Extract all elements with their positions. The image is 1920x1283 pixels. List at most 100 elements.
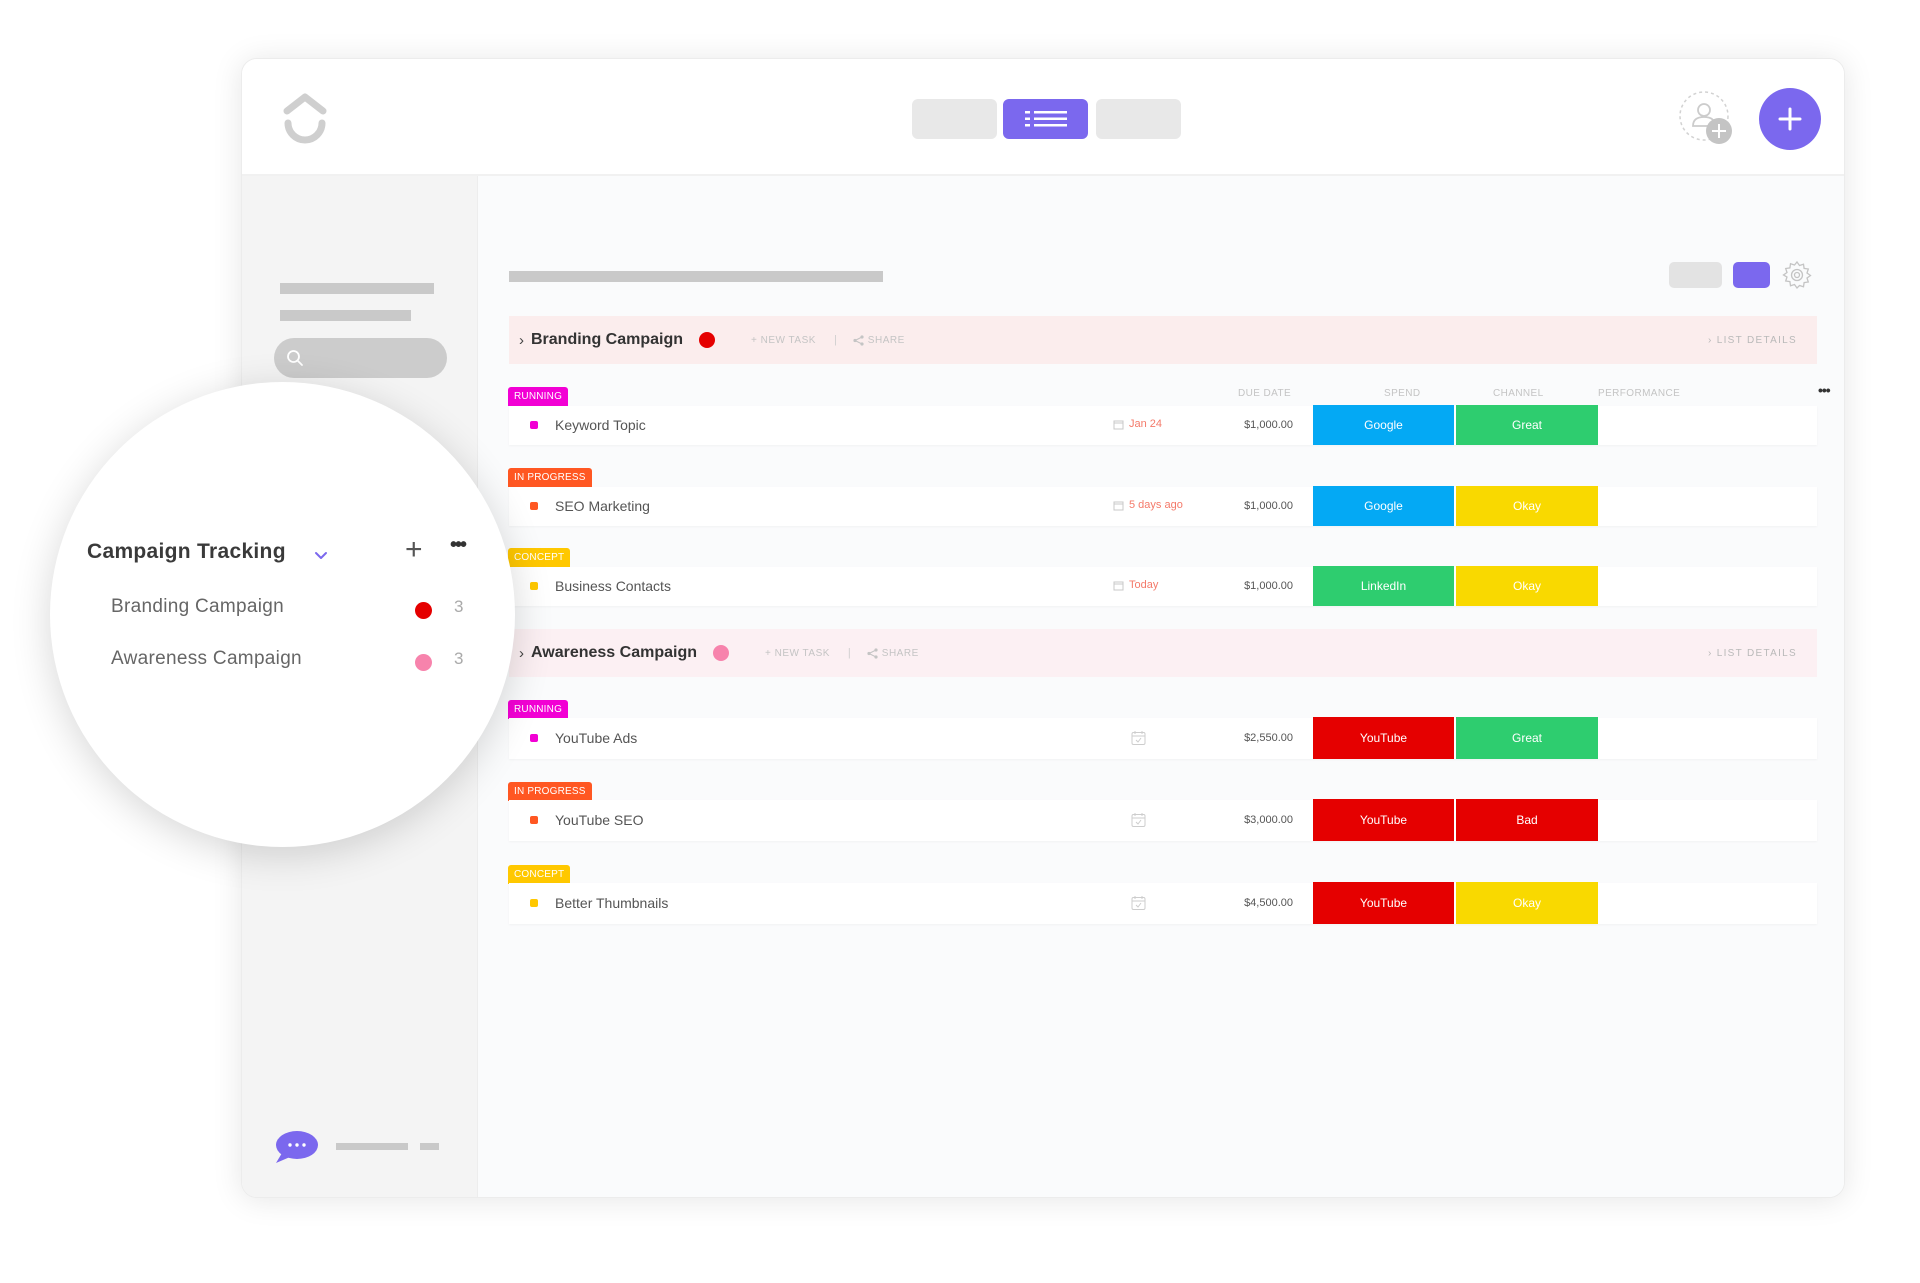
status-bullet: [530, 502, 538, 510]
task-row[interactable]: Business Contacts Today $1,000.00 Linked…: [509, 566, 1817, 606]
magnified-sidebar-callout: Campaign Tracking + ••• Branding Campaig…: [50, 382, 515, 847]
calendar-icon: [1113, 420, 1124, 429]
task-count: 3: [454, 649, 464, 668]
task-name[interactable]: Business Contacts: [555, 578, 671, 594]
spend-value: $4,500.00: [1244, 897, 1293, 909]
share-button[interactable]: SHARE: [853, 335, 905, 346]
new-task-button[interactable]: + NEW TASK: [751, 335, 816, 346]
spend-value: $1,000.00: [1244, 419, 1293, 431]
due-date[interactable]: Today: [1113, 579, 1158, 591]
status-badge: CONCEPT: [508, 548, 571, 567]
share-label: SHARE: [867, 334, 905, 346]
search-icon: [287, 350, 303, 366]
status-bullet: [530, 899, 538, 907]
share-icon: [867, 647, 878, 659]
chevron-right-icon[interactable]: ›: [519, 645, 524, 662]
group-header-awareness[interactable]: › Awareness Campaign + NEW TASK | SHARE …: [509, 629, 1817, 677]
task-name[interactable]: YouTube Ads: [555, 730, 637, 746]
task-row[interactable]: Better Thumbnails $4,500.00 YouTube Okay: [509, 882, 1817, 924]
sidebar-placeholder-line: [280, 283, 434, 294]
list-details-link[interactable]: › LIST DETAILS: [1708, 648, 1797, 659]
sidebar-placeholder-line: [280, 310, 411, 321]
status-badge: IN PROGRESS: [508, 782, 592, 801]
due-date-value: Today: [1129, 579, 1159, 591]
share-button[interactable]: SHARE: [867, 648, 919, 659]
more-columns-icon[interactable]: •••: [1818, 382, 1831, 398]
status-bullet: [530, 421, 538, 429]
calendar-icon[interactable]: [1131, 812, 1146, 828]
performance-cell[interactable]: Okay: [1456, 566, 1598, 606]
chat-placeholder-line: [336, 1143, 408, 1150]
group-color-dot: [699, 332, 716, 348]
task-row[interactable]: Keyword Topic Jan 24 $1,000.00 Google Gr…: [509, 405, 1817, 445]
performance-cell[interactable]: Okay: [1456, 486, 1598, 526]
top-header: [242, 59, 1844, 176]
column-header-channel[interactable]: CHANNEL: [1493, 388, 1544, 399]
list-details-link[interactable]: › LIST DETAILS: [1708, 335, 1797, 346]
status-badge: RUNNING: [508, 387, 569, 406]
list-name: Awareness Campaign: [111, 648, 302, 669]
channel-cell[interactable]: YouTube: [1313, 882, 1454, 924]
list-color-dot: [415, 602, 432, 619]
performance-cell[interactable]: Great: [1456, 717, 1598, 759]
channel-cell[interactable]: Google: [1313, 405, 1454, 445]
spend-value: $3,000.00: [1244, 814, 1293, 826]
more-options-icon[interactable]: •••: [450, 534, 467, 557]
task-row[interactable]: SEO Marketing 5 days ago $1,000.00 Googl…: [509, 486, 1817, 526]
list-name: Branding Campaign: [111, 596, 285, 617]
sidebar-search-input[interactable]: [274, 338, 447, 378]
column-header-due-date[interactable]: DUE DATE: [1238, 388, 1291, 399]
chevron-down-icon[interactable]: [310, 544, 332, 566]
column-header-performance[interactable]: PERFORMANCE: [1598, 388, 1680, 399]
toolbar-active-button[interactable]: [1733, 262, 1770, 288]
add-list-button[interactable]: +: [405, 535, 423, 565]
group-header-branding[interactable]: › Branding Campaign + NEW TASK | SHARE ›…: [509, 316, 1817, 364]
view-calendar-button[interactable]: [1096, 99, 1181, 139]
spend-value: $2,550.00: [1244, 732, 1293, 744]
status-badge: IN PROGRESS: [508, 468, 592, 487]
performance-cell[interactable]: Okay: [1456, 882, 1598, 924]
spend-value: $1,000.00: [1244, 500, 1293, 512]
calendar-icon[interactable]: [1131, 730, 1146, 746]
due-date[interactable]: 5 days ago: [1113, 499, 1183, 511]
due-date-value: 5 days ago: [1129, 499, 1183, 511]
add-user-icon[interactable]: [1678, 90, 1734, 146]
sidebar-item-branding-campaign[interactable]: Branding Campaign 3: [50, 592, 515, 628]
performance-cell[interactable]: Bad: [1456, 799, 1598, 841]
divider: |: [833, 334, 837, 346]
chat-bubble-icon: [276, 1131, 318, 1163]
due-date[interactable]: Jan 24: [1113, 418, 1162, 430]
channel-cell[interactable]: LinkedIn: [1313, 566, 1454, 606]
list-icon: [1024, 111, 1067, 127]
chat-placeholder-line: [420, 1143, 439, 1150]
channel-cell[interactable]: YouTube: [1313, 717, 1454, 759]
task-name[interactable]: Keyword Topic: [555, 417, 646, 433]
channel-cell[interactable]: Google: [1313, 486, 1454, 526]
space-title[interactable]: Campaign Tracking: [87, 540, 286, 564]
channel-cell[interactable]: YouTube: [1313, 799, 1454, 841]
task-name[interactable]: SEO Marketing: [555, 498, 650, 514]
chevron-right-icon[interactable]: ›: [519, 332, 524, 349]
toolbar-toggle-button[interactable]: [1669, 262, 1722, 288]
create-button[interactable]: [1759, 88, 1821, 150]
view-board-button[interactable]: [912, 99, 997, 139]
gear-icon[interactable]: [1781, 259, 1813, 291]
group-name: Branding Campaign: [531, 331, 684, 348]
task-name[interactable]: YouTube SEO: [555, 812, 643, 828]
calendar-icon: [1113, 501, 1124, 510]
performance-cell[interactable]: Great: [1456, 405, 1598, 445]
new-task-button[interactable]: + NEW TASK: [765, 648, 830, 659]
calendar-icon[interactable]: [1131, 895, 1146, 911]
status-bullet: [530, 734, 538, 742]
spend-value: $1,000.00: [1244, 580, 1293, 592]
view-list-button[interactable]: [1003, 99, 1088, 139]
status-bullet: [530, 582, 538, 590]
group-color-dot: [713, 645, 729, 661]
task-row[interactable]: YouTube Ads $2,550.00 YouTube Great: [509, 717, 1817, 759]
column-header-spend[interactable]: SPEND: [1384, 388, 1420, 399]
task-row[interactable]: YouTube SEO $3,000.00 YouTube Bad: [509, 799, 1817, 841]
group-name: Awareness Campaign: [531, 644, 697, 661]
task-name[interactable]: Better Thumbnails: [555, 895, 668, 911]
sidebar-item-awareness-campaign[interactable]: Awareness Campaign 3: [50, 644, 515, 680]
clickup-logo-icon[interactable]: [277, 91, 333, 147]
